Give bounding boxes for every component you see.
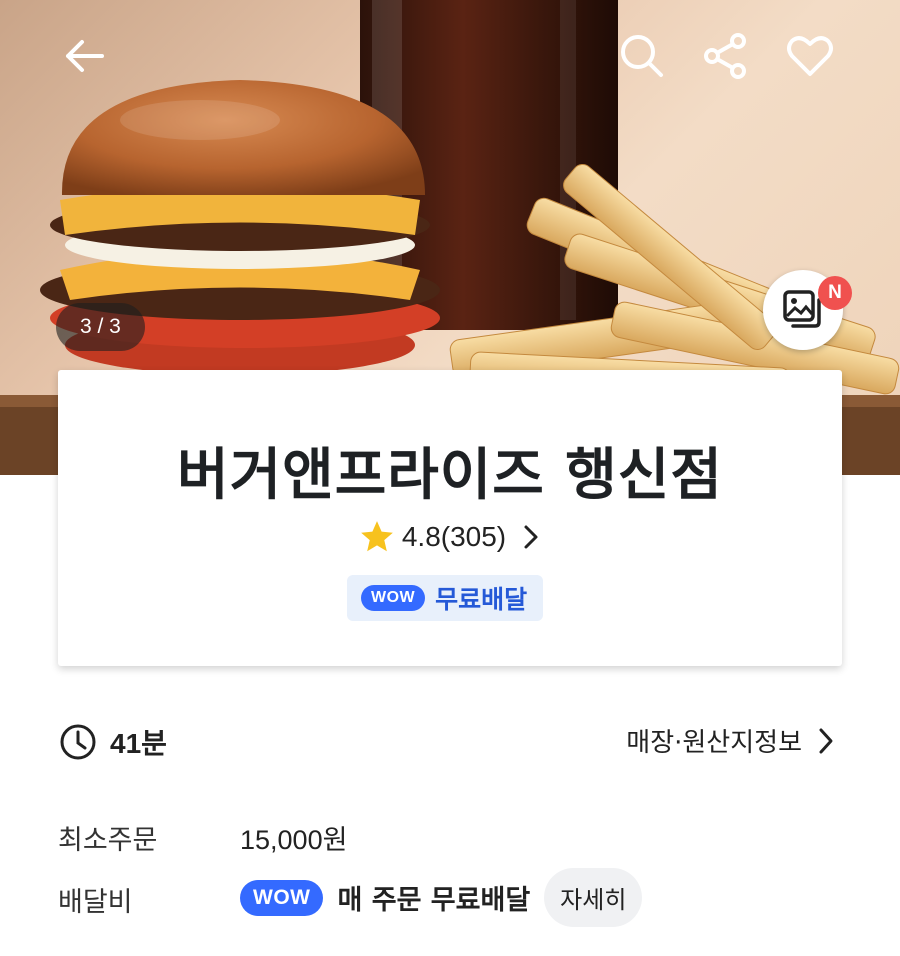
search-button[interactable]: [612, 26, 672, 86]
back-button[interactable]: [54, 26, 114, 86]
store-origin-info-label: 매장·원산지정보: [626, 728, 802, 758]
store-name: 버거앤프라이즈 행신점: [177, 443, 723, 508]
heart-icon: [787, 36, 833, 76]
rating-value: 4.8(305): [401, 521, 507, 552]
store-card: 버거앤프라이즈 행신점 4.8(305) WOW 무료배달: [58, 370, 842, 666]
favorite-button[interactable]: [780, 26, 840, 86]
clock-icon: [60, 724, 96, 760]
share-button[interactable]: [696, 26, 756, 86]
delivery-time: 41분: [58, 722, 167, 762]
wow-free-delivery-pill: WOW 무료배달: [347, 575, 544, 621]
new-badge: N: [818, 276, 852, 310]
chevron-right-icon: [524, 525, 538, 549]
arrow-left-icon: [66, 40, 104, 72]
chevron-right-icon: [819, 728, 833, 753]
wow-badge: WOW: [361, 585, 426, 611]
delivery-fee-row: WOW 매 주문 무료배달 자세히: [240, 868, 643, 927]
detail-button[interactable]: 자세히: [544, 868, 643, 927]
rating-link[interactable]: 4.8(305): [58, 518, 842, 556]
star-icon: [361, 521, 393, 552]
image-counter: 3 / 3: [56, 303, 145, 351]
search-icon: [621, 35, 663, 77]
delivery-fee-label: 배달비: [58, 887, 133, 918]
min-order-value: 15,000원: [240, 825, 348, 855]
wow-badge: WOW: [240, 879, 324, 916]
free-delivery-text: 무료배달: [435, 585, 528, 614]
store-origin-info-link[interactable]: 매장·원산지정보: [626, 722, 836, 759]
min-order-label: 최소주문: [58, 825, 158, 856]
share-icon: [704, 33, 746, 79]
delivery-fee-text: 매 주문 무료배달: [337, 885, 531, 916]
delivery-time-value: 41분: [110, 728, 167, 759]
